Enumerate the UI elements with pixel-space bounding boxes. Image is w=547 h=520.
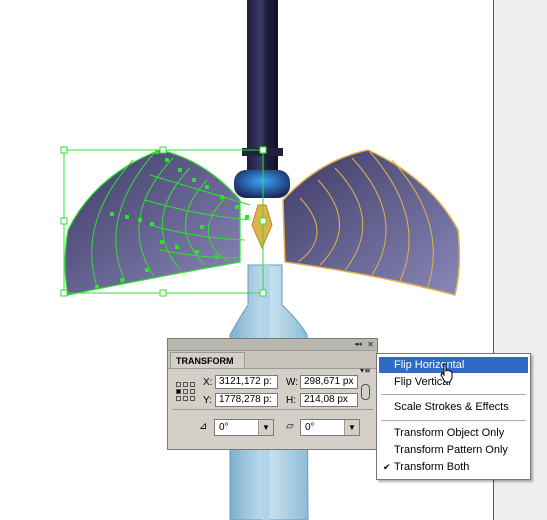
reference-point-icon[interactable] bbox=[176, 382, 196, 402]
menu-item-label: Transform Pattern Only bbox=[394, 444, 508, 456]
rotate-value: 0° bbox=[219, 422, 229, 433]
rotate-icon: ⊿ bbox=[199, 421, 208, 432]
width-field[interactable]: 298,671 px bbox=[300, 375, 358, 389]
shear-value: 0° bbox=[305, 422, 315, 433]
guard-gem bbox=[234, 170, 290, 250]
chevron-down-icon[interactable]: ▼ bbox=[344, 420, 359, 435]
left-wing-selected[interactable] bbox=[64, 149, 251, 296]
x-label: X: bbox=[203, 377, 213, 388]
height-field[interactable]: 214,08 px bbox=[300, 393, 358, 407]
menu-item-transform-pattern-only[interactable]: Transform Pattern Only bbox=[379, 442, 528, 458]
menu-item-scale-strokes-effects[interactable]: Scale Strokes & Effects bbox=[379, 399, 528, 415]
panel-menu-icon[interactable]: ▾≡ bbox=[360, 366, 374, 376]
h-label: H: bbox=[286, 395, 296, 406]
x-field[interactable]: 3121,172 p: bbox=[215, 375, 278, 389]
menu-item-label: Transform Both bbox=[394, 461, 470, 473]
chevron-down-icon[interactable]: ▼ bbox=[258, 420, 273, 435]
shear-icon: ▱ bbox=[286, 421, 294, 432]
constrain-proportions-icon[interactable] bbox=[361, 384, 370, 400]
tab-transform[interactable]: TRANSFORM bbox=[170, 352, 245, 368]
w-label: W: bbox=[286, 377, 299, 388]
menu-item-transform-object-only[interactable]: Transform Object Only bbox=[379, 425, 528, 441]
mouse-cursor-icon bbox=[440, 363, 453, 383]
menu-separator bbox=[381, 420, 526, 421]
panel-titlebar[interactable]: ◂◂ ✕ bbox=[168, 339, 377, 351]
y-label: Y: bbox=[203, 395, 212, 406]
checkmark-icon: ✔ bbox=[383, 462, 391, 472]
menu-item-transform-both[interactable]: ✔ Transform Both bbox=[379, 459, 528, 475]
shear-dropdown[interactable]: 0° ▼ bbox=[300, 419, 360, 436]
collapse-icon[interactable]: ◂◂ bbox=[352, 339, 364, 350]
panel-divider bbox=[172, 409, 373, 410]
panel-tab-row: TRANSFORM ▾≡ bbox=[168, 351, 377, 375]
y-field[interactable]: 1778,278 p: bbox=[215, 393, 278, 407]
menu-item-label: Transform Object Only bbox=[394, 427, 505, 439]
right-wing bbox=[282, 149, 461, 296]
menu-separator bbox=[381, 394, 526, 395]
menu-item-label: Scale Strokes & Effects bbox=[394, 401, 509, 413]
transform-panel: ◂◂ ✕ TRANSFORM ▾≡ X: 3121,172 p: Y: 1778… bbox=[167, 338, 378, 450]
close-icon[interactable]: ✕ bbox=[365, 339, 376, 350]
rotate-dropdown[interactable]: 0° ▼ bbox=[214, 419, 274, 436]
